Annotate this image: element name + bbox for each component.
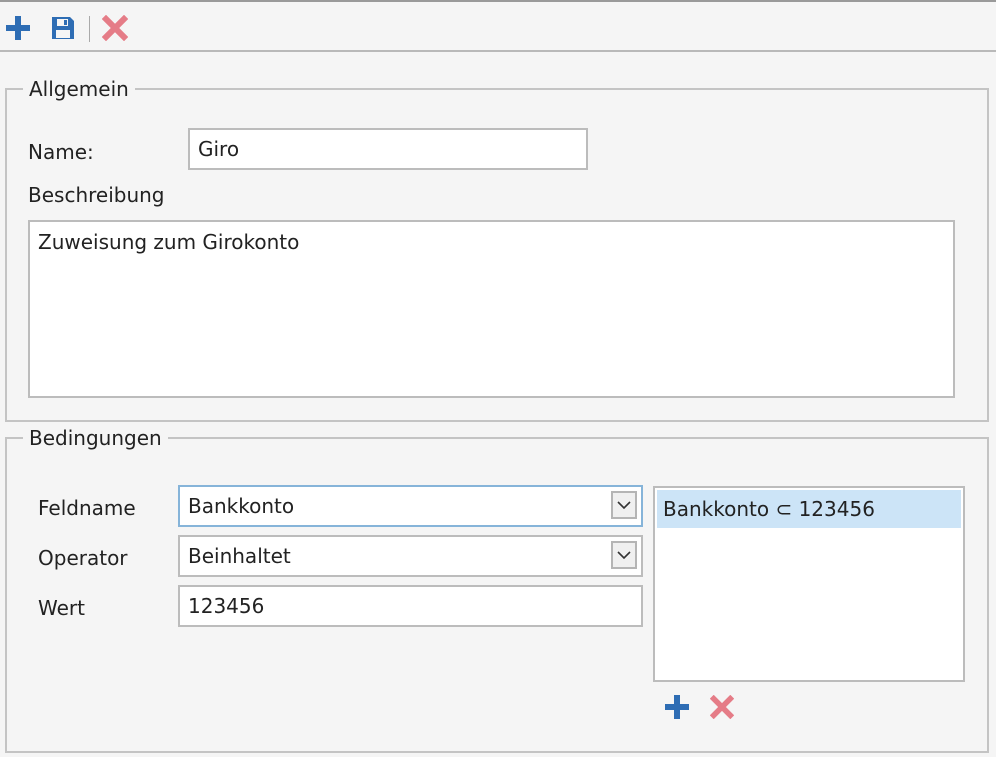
toolbar [0, 2, 996, 50]
field-name-dropdown[interactable]: Bankkonto [178, 485, 643, 527]
description-textarea-value: Zuweisung zum Girokonto [38, 230, 300, 254]
description-label: Beschreibung [28, 183, 165, 207]
delete-condition-button[interactable] [707, 692, 737, 722]
floppy-disk-icon [52, 17, 74, 39]
save-button[interactable] [47, 12, 79, 44]
operator-dropdown[interactable]: Beinhaltet [178, 535, 643, 577]
field-name-dropdown-button[interactable] [611, 491, 637, 519]
operator-dropdown-button[interactable] [611, 541, 637, 569]
field-name-label: Feldname [38, 496, 136, 520]
close-x-icon [710, 695, 734, 719]
list-item[interactable]: Bankkonto ⊂ 123456 [657, 490, 961, 528]
conditions-listbox[interactable]: Bankkonto ⊂ 123456 [653, 486, 965, 682]
close-x-icon [102, 15, 128, 41]
general-legend: Allgemein [23, 77, 135, 101]
name-label: Name: [28, 140, 94, 164]
value-input[interactable]: 123456 [178, 585, 643, 627]
name-input-value: Giro [198, 137, 240, 161]
toolbar-bottom-border [0, 50, 996, 52]
plus-icon [6, 16, 30, 40]
name-input[interactable]: Giro [188, 128, 588, 170]
conditions-legend: Bedingungen [23, 426, 168, 450]
operator-label: Operator [38, 546, 128, 570]
add-condition-button[interactable] [662, 692, 692, 722]
value-input-value: 123456 [188, 594, 265, 618]
chevron-down-icon [617, 501, 631, 510]
value-label: Wert [38, 596, 85, 620]
field-name-dropdown-value: Bankkonto [188, 494, 295, 518]
chevron-down-icon [617, 551, 631, 560]
toolbar-divider [89, 16, 90, 42]
delete-button[interactable] [99, 12, 131, 44]
plus-icon [665, 695, 689, 719]
description-textarea[interactable]: Zuweisung zum Girokonto [28, 220, 955, 398]
add-button[interactable] [2, 12, 34, 44]
operator-dropdown-value: Beinhaltet [188, 544, 291, 568]
